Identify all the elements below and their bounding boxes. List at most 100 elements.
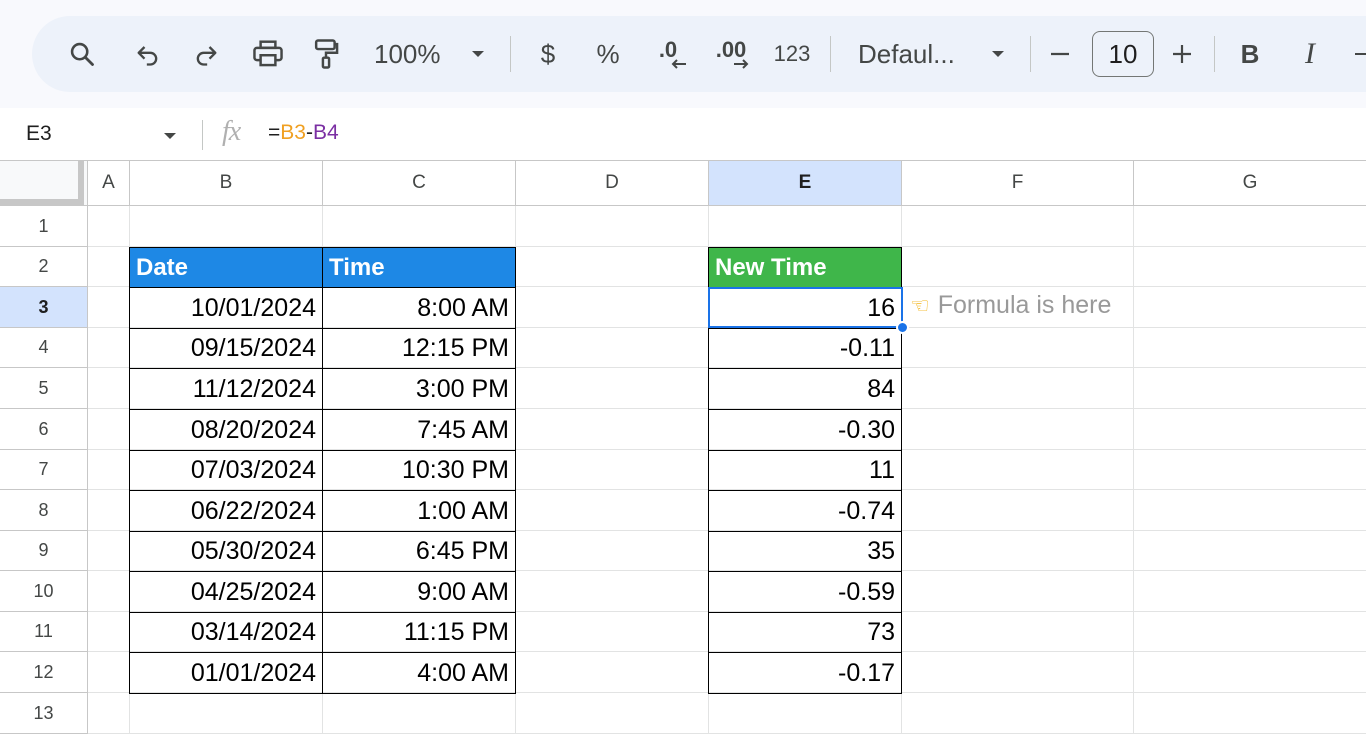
font-size-input[interactable]: 10	[1092, 31, 1154, 77]
paint-format-icon	[312, 38, 340, 70]
row-header-6[interactable]: 6	[0, 409, 88, 450]
format-currency-button[interactable]: $	[530, 16, 566, 92]
time-cell[interactable]: 6:45 PM	[322, 531, 516, 572]
italic-label: I	[1305, 37, 1315, 70]
toolbar-divider	[1214, 36, 1215, 72]
row-header-1[interactable]: 1	[0, 206, 88, 247]
column-header-e[interactable]: E	[709, 160, 902, 206]
percent-label: %	[596, 38, 620, 69]
date-cell[interactable]: 01/01/2024	[129, 652, 323, 694]
column-header-f[interactable]: F	[902, 160, 1134, 206]
column-header-a[interactable]: A	[88, 160, 130, 206]
row-header-3[interactable]: 3	[0, 287, 88, 328]
formula-input[interactable]: =B3-B4	[268, 121, 339, 145]
new-time-cell[interactable]: -0.59	[708, 571, 902, 613]
format-percent-button[interactable]: %	[590, 16, 626, 92]
date-cell[interactable]: 08/20/2024	[129, 409, 323, 451]
undo-button[interactable]	[126, 16, 170, 92]
decrease-font-size-button[interactable]	[1044, 16, 1076, 92]
spreadsheet-grid: A B C D E F G 1 2 3 4 5 6 7 8 9 10 11 12…	[0, 160, 1366, 734]
row-header-11[interactable]: 11	[0, 612, 88, 652]
time-cell[interactable]: 4:00 AM	[322, 652, 516, 694]
strikethrough-icon	[1353, 42, 1366, 66]
new-time-cell[interactable]: 35	[708, 531, 902, 572]
chevron-down-icon[interactable]	[162, 128, 178, 146]
new-time-cell[interactable]: -0.30	[708, 409, 902, 451]
date-cell[interactable]: 03/14/2024	[129, 612, 323, 653]
toolbar-area: 100% $ % .0 .00 123 Defaul... 10 B I	[0, 0, 1366, 108]
fill-handle[interactable]	[896, 321, 909, 334]
more-formats-label: 123	[773, 41, 811, 66]
new-time-cell[interactable]: -0.74	[708, 490, 902, 532]
time-cell[interactable]: 11:15 PM	[322, 612, 516, 653]
time-cell[interactable]: 1:00 AM	[322, 490, 516, 532]
strikethrough-button[interactable]	[1348, 16, 1366, 92]
row-header-7[interactable]: 7	[0, 450, 88, 490]
print-button[interactable]	[244, 16, 292, 92]
column-header-b[interactable]: B	[130, 160, 323, 206]
column-header-c[interactable]: C	[323, 160, 516, 206]
chevron-down-icon	[470, 49, 486, 59]
date-cell[interactable]: 05/30/2024	[129, 531, 323, 572]
toolbar-divider	[1030, 36, 1031, 72]
new-time-cell[interactable]: 84	[708, 368, 902, 410]
time-header-cell[interactable]: Time	[322, 247, 516, 288]
date-cell[interactable]: 09/15/2024	[129, 328, 323, 369]
font-name: Defaul...	[858, 38, 955, 69]
time-cell[interactable]: 3:00 PM	[322, 368, 516, 410]
toolbar-divider	[510, 36, 511, 72]
currency-label: $	[540, 38, 556, 69]
formula-bar: E3 fx =B3-B4	[0, 108, 1366, 160]
row-header-12[interactable]: 12	[0, 652, 88, 693]
time-cell[interactable]: 12:15 PM	[322, 328, 516, 369]
new-time-header-cell[interactable]: New Time	[708, 247, 902, 288]
row-header-4[interactable]: 4	[0, 328, 88, 368]
new-time-cell[interactable]: 11	[708, 450, 902, 491]
formula-bar-divider	[202, 120, 203, 150]
new-time-cell[interactable]: 73	[708, 612, 902, 653]
font-select[interactable]: Defaul...	[852, 16, 1012, 92]
zoom-value: 100%	[374, 38, 441, 69]
row-header-8[interactable]: 8	[0, 490, 88, 531]
search-menus-button[interactable]	[60, 16, 104, 92]
arrow-left-icon	[670, 59, 688, 69]
chevron-down-icon	[990, 49, 1006, 59]
column-header-d[interactable]: D	[516, 160, 709, 206]
redo-button[interactable]	[184, 16, 228, 92]
time-cell[interactable]: 7:45 AM	[322, 409, 516, 451]
arrow-right-icon	[732, 59, 750, 69]
formula-ref-b4: B4	[312, 121, 339, 144]
zoom-select[interactable]: 100%	[366, 16, 492, 92]
more-formats-button[interactable]: 123	[766, 16, 818, 92]
time-cell[interactable]: 10:30 PM	[322, 450, 516, 491]
new-time-cell[interactable]: -0.17	[708, 652, 902, 694]
select-all-corner[interactable]	[0, 160, 88, 206]
increase-font-size-button[interactable]	[1166, 16, 1198, 92]
new-time-cell[interactable]: -0.11	[708, 328, 902, 369]
date-cell[interactable]: 06/22/2024	[129, 490, 323, 532]
formula-note-text: Formula is here	[937, 291, 1112, 319]
row-header-10[interactable]: 10	[0, 571, 88, 612]
row-header-9[interactable]: 9	[0, 531, 88, 571]
row-header-13[interactable]: 13	[0, 693, 88, 734]
date-cell[interactable]: 07/03/2024	[129, 450, 323, 491]
increase-decimal-button[interactable]: .00	[704, 16, 758, 92]
italic-button[interactable]: I	[1294, 16, 1326, 92]
date-header-cell[interactable]: Date	[129, 247, 323, 288]
row-header-5[interactable]: 5	[0, 368, 88, 409]
new-time-cell[interactable]: 16	[708, 287, 902, 329]
column-header-g[interactable]: G	[1134, 160, 1366, 206]
time-cell[interactable]: 9:00 AM	[322, 571, 516, 613]
increase-decimal-label: .00	[715, 37, 747, 62]
bold-button[interactable]: B	[1234, 16, 1266, 92]
time-cell[interactable]: 8:00 AM	[322, 287, 516, 329]
date-cell[interactable]: 10/01/2024	[129, 287, 323, 329]
paint-format-button[interactable]	[302, 16, 350, 92]
row-header-2[interactable]: 2	[0, 247, 88, 287]
undo-icon	[134, 40, 162, 68]
decrease-decimal-button[interactable]: .0	[644, 16, 692, 92]
date-cell[interactable]: 11/12/2024	[129, 368, 323, 410]
date-cell[interactable]: 04/25/2024	[129, 571, 323, 613]
formula-note: ☜ Formula is here	[910, 291, 1111, 320]
bold-label: B	[1240, 38, 1260, 69]
